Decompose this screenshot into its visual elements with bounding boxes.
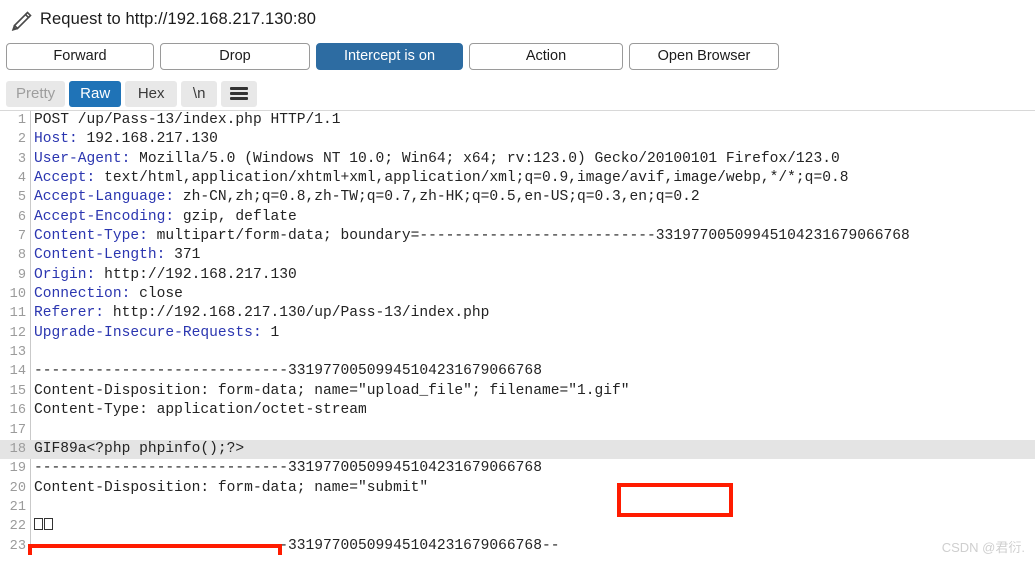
code-line: 9 Origin: http://192.168.217.130 <box>0 266 1035 285</box>
header-name: Content-Length: <box>34 247 166 264</box>
line-number: 9 <box>17 267 26 283</box>
code-line: 7 Content-Type: multipart/form-data; boun… <box>0 227 1035 246</box>
line-number: 17 <box>9 422 26 438</box>
raw-request-editor[interactable]: 1 POST /up/Pass-13/index.php HTTP/1.1 2 Hos… <box>0 110 1035 555</box>
line-number: 18 <box>9 441 26 457</box>
header-name: Host: <box>34 131 78 148</box>
line-number: 2 <box>17 132 26 148</box>
code-line: 3 User-Agent: Mozilla/5.0 (Windows NT 10.… <box>0 150 1035 169</box>
line-number: 3 <box>17 151 26 167</box>
code-line: 18 GIF89a<?php phpinfo();?> <box>0 439 1035 460</box>
code-line: 23 -----------------------------331977005… <box>0 537 1035 555</box>
code-line: 6 Accept-Encoding: gzip, deflate <box>0 208 1035 227</box>
code-line: 4 Accept: text/html,application/xhtml+xml… <box>0 169 1035 188</box>
intercept-toggle-button[interactable]: Intercept is on <box>316 42 463 70</box>
code-line: 17 <box>0 421 1035 440</box>
header-name: Connection: <box>34 286 131 303</box>
code-line: 20 Content-Disposition: form-data; name="… <box>0 479 1035 498</box>
watermark: CSDN @君衍. <box>941 540 1025 555</box>
window-title-bar: Request to http://192.168.217.130:80 <box>0 0 1035 38</box>
line-text: Content-Type: application/octet-stream <box>34 402 367 419</box>
line-text: Content-Type: multipart/form-data; bound… <box>34 228 910 245</box>
line-number: 5 <box>17 190 26 206</box>
code-line: 5 Accept-Language: zh-CN,zh;q=0.8,zh-TW;q… <box>0 188 1035 207</box>
line-number: 21 <box>9 499 26 515</box>
line-text: GIF89a<?php phpinfo();?> <box>34 440 245 457</box>
line-number: 19 <box>9 461 26 477</box>
line-text: User-Agent: Mozilla/5.0 (Windows NT 10.0… <box>34 150 840 167</box>
code-line-container: 1 POST /up/Pass-13/index.php HTTP/1.1 2 Hos… <box>0 111 1035 555</box>
code-line: 10 Connection: close <box>0 285 1035 304</box>
header-name: Content-Type: <box>34 228 148 245</box>
unrendered-character <box>34 518 43 531</box>
intercept-action-bar: Forward Drop Intercept is on Action Open… <box>0 38 1035 74</box>
header-name: Accept: <box>34 170 96 187</box>
line-number: 10 <box>9 287 26 303</box>
line-number: 15 <box>9 383 26 399</box>
line-text: Host: 192.168.217.130 <box>34 131 218 148</box>
line-text: Upgrade-Insecure-Requests: 1 <box>34 324 280 341</box>
header-name: Accept-Language: <box>34 189 175 206</box>
line-number: 12 <box>9 325 26 341</box>
line-text: Accept-Language: zh-CN,zh;q=0.8,zh-TW;q=… <box>34 189 700 206</box>
hamburger-menu-button[interactable] <box>221 80 258 107</box>
line-text <box>34 517 54 536</box>
line-text: POST /up/Pass-13/index.php HTTP/1.1 <box>34 112 341 128</box>
tab-newline[interactable]: \n <box>181 80 218 107</box>
code-line: 12 Upgrade-Insecure-Requests: 1 <box>0 324 1035 343</box>
code-line: 13 <box>0 343 1035 362</box>
line-text: -----------------------------33197700509… <box>34 537 560 554</box>
line-number: 11 <box>9 306 26 322</box>
forward-button[interactable]: Forward <box>6 42 154 70</box>
code-line: 2 Host: 192.168.217.130 <box>0 130 1035 149</box>
line-number: 22 <box>9 519 26 535</box>
line-number: 1 <box>17 113 26 128</box>
message-format-tabs: Pretty Raw Hex \n <box>0 74 1035 110</box>
page-title: Request to http://192.168.217.130:80 <box>40 9 317 28</box>
code-line: 16 Content-Type: application/octet-stream <box>0 401 1035 420</box>
code-line: 22 <box>0 517 1035 536</box>
code-line: 8 Content-Length: 371 <box>0 246 1035 265</box>
line-number: 6 <box>17 209 26 225</box>
line-number: 8 <box>17 248 26 264</box>
header-name: User-Agent: <box>34 150 131 167</box>
line-number: 14 <box>9 364 26 380</box>
line-text: Connection: close <box>34 286 183 303</box>
line-text: Content-Length: 371 <box>34 247 201 264</box>
line-text: Referer: http://192.168.217.130/up/Pass-… <box>34 305 490 322</box>
open-browser-button[interactable]: Open Browser <box>629 42 779 70</box>
pencil-icon <box>11 11 32 31</box>
unrendered-character <box>44 518 53 531</box>
line-text: Accept-Encoding: gzip, deflate <box>34 208 297 225</box>
tab-hex[interactable]: Hex <box>125 80 178 107</box>
line-text: -----------------------------33197700509… <box>34 460 542 477</box>
line-text: -----------------------------33197700509… <box>34 363 542 380</box>
header-name: Origin: <box>34 266 96 283</box>
line-number: 23 <box>9 538 26 554</box>
code-line: 19 -----------------------------331977005… <box>0 459 1035 478</box>
code-line: 1 POST /up/Pass-13/index.php HTTP/1.1 <box>0 111 1035 130</box>
drop-button[interactable]: Drop <box>160 42 310 70</box>
code-line: 11 Referer: http://192.168.217.130/up/Pas… <box>0 304 1035 323</box>
code-line: 14 -----------------------------331977005… <box>0 362 1035 381</box>
line-text: Origin: http://192.168.217.130 <box>34 266 297 283</box>
line-number: 13 <box>9 345 26 361</box>
code-line: 15 Content-Disposition: form-data; name="… <box>0 382 1035 401</box>
header-name: Upgrade-Insecure-Requests: <box>34 324 262 341</box>
code-line: 21 <box>0 498 1035 517</box>
line-number: 16 <box>9 403 26 419</box>
line-text: Content-Disposition: form-data; name="su… <box>34 479 429 496</box>
line-number: 7 <box>17 229 26 245</box>
header-name: Referer: <box>34 305 105 322</box>
hamburger-menu-icon <box>230 87 249 100</box>
line-number: 4 <box>17 171 26 187</box>
line-text: Accept: text/html,application/xhtml+xml,… <box>34 170 849 187</box>
line-number: 20 <box>9 480 26 496</box>
tab-raw[interactable]: Raw <box>69 80 122 107</box>
tab-pretty[interactable]: Pretty <box>6 80 66 107</box>
line-text: Content-Disposition: form-data; name="up… <box>34 382 630 399</box>
header-name: Accept-Encoding: <box>34 208 175 225</box>
action-button[interactable]: Action <box>469 42 623 70</box>
